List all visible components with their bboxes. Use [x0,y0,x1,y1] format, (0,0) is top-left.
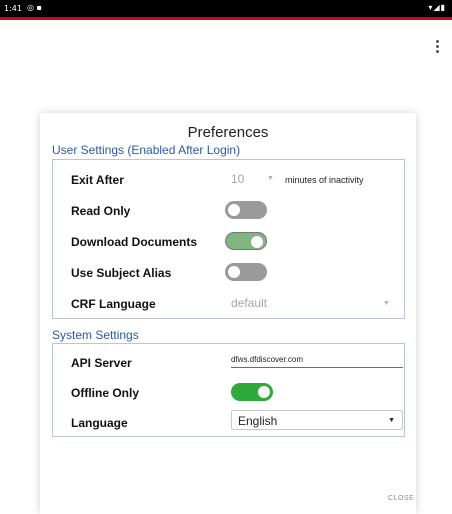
crf-language-dropdown-icon[interactable]: ▼ [383,300,390,307]
dialog-title: Preferences [187,124,269,141]
signal-battery-icons: ▾◢▮ [428,3,446,12]
use-subject-alias-label: Use Subject Alias [71,266,172,280]
api-server-label: API Server [71,356,132,370]
more-vert-icon[interactable] [432,40,442,56]
read-only-label: Read Only [71,204,131,218]
status-time: 1:41 [4,4,22,13]
notification-icons: ◎ ▪ [27,3,42,12]
offline-only-label: Offline Only [71,386,140,400]
exit-after-dropdown-icon[interactable]: ▼ [267,175,274,182]
read-only-toggle[interactable] [225,201,267,219]
close-button[interactable]: CLOSE [388,495,414,502]
language-select[interactable]: English ▼ [231,410,403,430]
system-settings-title: System Settings [52,328,139,342]
toggle-knob [258,386,270,398]
api-server-input[interactable]: dfws.dfdiscover.com [231,354,403,368]
download-documents-label: Download Documents [71,235,198,249]
language-value: English [238,414,278,428]
toggle-knob [228,204,240,216]
status-bar: 1:41 ◎ ▪ ▾◢▮ [0,0,452,17]
exit-after-label: Exit After [71,173,124,187]
use-subject-alias-toggle[interactable] [225,263,267,281]
preferences-dialog: Preferences User Settings (Enabled After… [40,113,416,514]
crf-language-label: CRF Language [71,297,156,311]
crf-language-select[interactable]: default [231,296,267,310]
chevron-down-icon: ▼ [388,417,395,424]
toggle-knob [228,266,240,278]
system-settings-box: API Server dfws.dfdiscover.com Offline O… [52,343,405,437]
user-settings-box: Exit After 10 ▼ minutes of inactivity Re… [52,159,405,319]
toggle-knob [251,236,263,248]
toolbar-accent-line [0,17,452,20]
download-documents-toggle[interactable] [225,232,267,250]
exit-after-suffix: minutes of inactivity [285,175,364,185]
language-label: Language [71,416,128,430]
user-settings-title: User Settings (Enabled After Login) [52,143,241,157]
offline-only-toggle[interactable] [231,383,273,401]
exit-after-value[interactable]: 10 [231,172,244,186]
